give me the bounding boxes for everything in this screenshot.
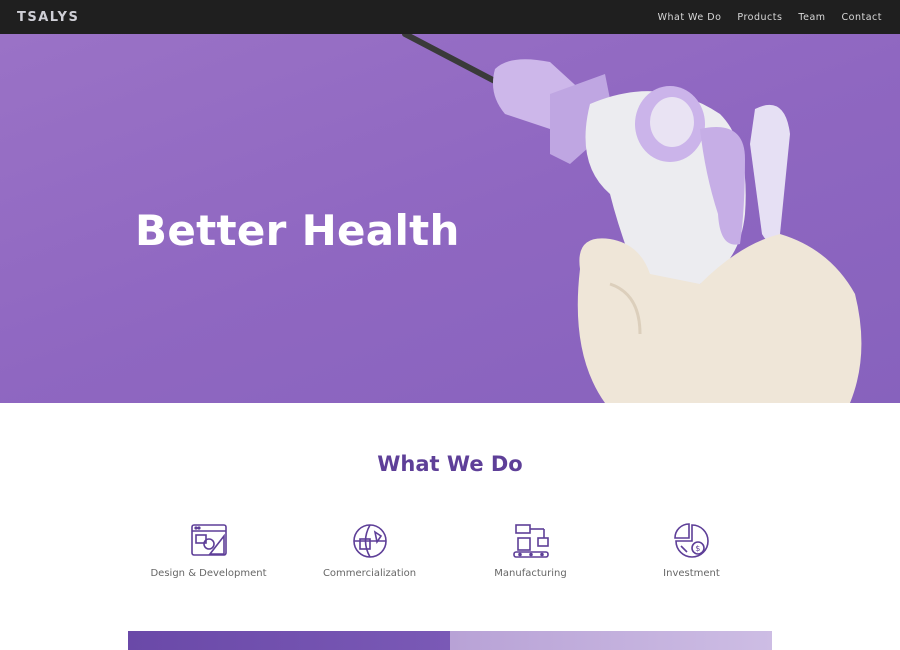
investment-icon: $ bbox=[673, 523, 709, 558]
nav-links: What We Do Products Team Contact bbox=[658, 12, 882, 23]
commercialization-icon bbox=[352, 524, 387, 558]
nav-link-products[interactable]: Products bbox=[737, 12, 782, 23]
service-design-development[interactable]: Design & Development bbox=[128, 522, 289, 579]
service-manufacturing[interactable]: Manufacturing bbox=[450, 522, 611, 579]
svg-text:$: $ bbox=[695, 544, 700, 553]
site-logo[interactable]: TSALYS bbox=[17, 10, 79, 25]
hero-banner: Better Health bbox=[0, 34, 900, 403]
hero-title: Better Health bbox=[135, 206, 460, 255]
design-development-icon bbox=[190, 524, 227, 556]
services-list: Design & Development Commercialization M… bbox=[128, 522, 772, 579]
hero-device-image bbox=[402, 34, 862, 403]
navbar: TSALYS What We Do Products Team Contact bbox=[0, 0, 900, 34]
service-investment[interactable]: $ Investment bbox=[611, 522, 772, 579]
banner-panel-right bbox=[450, 631, 772, 650]
manufacturing-icon bbox=[512, 524, 549, 558]
service-label: Commercialization bbox=[322, 568, 417, 579]
products-banner-strip bbox=[128, 631, 772, 650]
logo-text: TSALYS bbox=[17, 9, 80, 25]
service-commercialization[interactable]: Commercialization bbox=[289, 522, 450, 579]
nav-link-team[interactable]: Team bbox=[798, 12, 825, 23]
nav-link-contact[interactable]: Contact bbox=[842, 12, 882, 23]
service-label: Manufacturing bbox=[494, 568, 567, 579]
service-label: Investment bbox=[663, 568, 720, 579]
section-title-what-we-do: What We Do bbox=[377, 452, 523, 476]
banner-panel-left bbox=[128, 631, 450, 650]
service-label: Design & Development bbox=[150, 568, 267, 579]
nav-link-what-we-do[interactable]: What We Do bbox=[658, 12, 722, 23]
